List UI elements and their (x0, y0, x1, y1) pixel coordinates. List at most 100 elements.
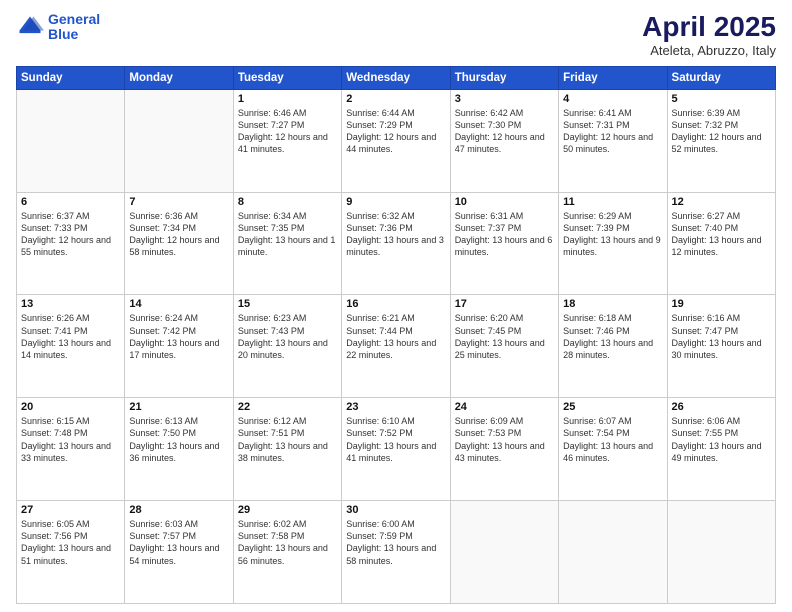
calendar-cell (450, 501, 558, 604)
day-number: 29 (238, 504, 337, 516)
month-title: April 2025 (642, 12, 776, 43)
calendar-cell: 5 Sunrise: 6:39 AMSunset: 7:32 PMDaylight… (667, 89, 775, 192)
day-number: 27 (21, 504, 120, 516)
calendar-cell (559, 501, 667, 604)
calendar-cell: 18 Sunrise: 6:18 AMSunset: 7:46 PMDayligh… (559, 295, 667, 398)
calendar-cell: 1 Sunrise: 6:46 AMSunset: 7:27 PMDaylight… (233, 89, 341, 192)
cell-info: Sunrise: 6:27 AMSunset: 7:40 PMDaylight:… (672, 210, 771, 259)
day-number: 7 (129, 196, 228, 208)
calendar-cell: 25 Sunrise: 6:07 AMSunset: 7:54 PMDayligh… (559, 398, 667, 501)
calendar-cell: 3 Sunrise: 6:42 AMSunset: 7:30 PMDaylight… (450, 89, 558, 192)
day-number: 16 (346, 298, 445, 310)
calendar-cell: 19 Sunrise: 6:16 AMSunset: 7:47 PMDayligh… (667, 295, 775, 398)
day-header-sunday: Sunday (17, 66, 125, 89)
cell-info: Sunrise: 6:16 AMSunset: 7:47 PMDaylight:… (672, 312, 771, 361)
calendar-cell: 4 Sunrise: 6:41 AMSunset: 7:31 PMDaylight… (559, 89, 667, 192)
cell-info: Sunrise: 6:21 AMSunset: 7:44 PMDaylight:… (346, 312, 445, 361)
calendar-cell (667, 501, 775, 604)
cell-info: Sunrise: 6:12 AMSunset: 7:51 PMDaylight:… (238, 415, 337, 464)
day-number: 10 (455, 196, 554, 208)
calendar-header-row: SundayMondayTuesdayWednesdayThursdayFrid… (17, 66, 776, 89)
calendar-week-5: 27 Sunrise: 6:05 AMSunset: 7:56 PMDayligh… (17, 501, 776, 604)
day-header-tuesday: Tuesday (233, 66, 341, 89)
cell-info: Sunrise: 6:05 AMSunset: 7:56 PMDaylight:… (21, 518, 120, 567)
cell-info: Sunrise: 6:37 AMSunset: 7:33 PMDaylight:… (21, 210, 120, 259)
day-number: 13 (21, 298, 120, 310)
calendar-cell (17, 89, 125, 192)
cell-info: Sunrise: 6:26 AMSunset: 7:41 PMDaylight:… (21, 312, 120, 361)
day-number: 19 (672, 298, 771, 310)
cell-info: Sunrise: 6:20 AMSunset: 7:45 PMDaylight:… (455, 312, 554, 361)
day-number: 24 (455, 401, 554, 413)
day-number: 22 (238, 401, 337, 413)
calendar-cell: 10 Sunrise: 6:31 AMSunset: 7:37 PMDayligh… (450, 192, 558, 295)
day-header-saturday: Saturday (667, 66, 775, 89)
day-number: 4 (563, 93, 662, 105)
cell-info: Sunrise: 6:29 AMSunset: 7:39 PMDaylight:… (563, 210, 662, 259)
header: General Blue April 2025 Ateleta, Abruzzo… (16, 12, 776, 58)
day-number: 26 (672, 401, 771, 413)
calendar-cell: 29Sunrise: 6:02 AMSunset: 7:58 PMDayligh… (233, 501, 341, 604)
calendar-cell: 24 Sunrise: 6:09 AMSunset: 7:53 PMDayligh… (450, 398, 558, 501)
day-header-monday: Monday (125, 66, 233, 89)
day-number: 2 (346, 93, 445, 105)
calendar-cell: 28Sunrise: 6:03 AMSunset: 7:57 PMDayligh… (125, 501, 233, 604)
day-header-wednesday: Wednesday (342, 66, 450, 89)
cell-info: Sunrise: 6:24 AMSunset: 7:42 PMDaylight:… (129, 312, 228, 361)
day-number: 18 (563, 298, 662, 310)
day-number: 3 (455, 93, 554, 105)
day-number: 23 (346, 401, 445, 413)
cell-info: Sunrise: 6:31 AMSunset: 7:37 PMDaylight:… (455, 210, 554, 259)
calendar-cell: 12 Sunrise: 6:27 AMSunset: 7:40 PMDayligh… (667, 192, 775, 295)
calendar-cell: 6Sunrise: 6:37 AMSunset: 7:33 PMDaylight… (17, 192, 125, 295)
logo-line2: Blue (48, 26, 78, 42)
day-number: 5 (672, 93, 771, 105)
day-number: 15 (238, 298, 337, 310)
calendar-cell: 8 Sunrise: 6:34 AMSunset: 7:35 PMDaylight… (233, 192, 341, 295)
calendar-cell: 26 Sunrise: 6:06 AMSunset: 7:55 PMDayligh… (667, 398, 775, 501)
cell-info: Sunrise: 6:03 AMSunset: 7:57 PMDaylight:… (129, 518, 228, 567)
day-number: 25 (563, 401, 662, 413)
calendar-cell: 7Sunrise: 6:36 AMSunset: 7:34 PMDaylight… (125, 192, 233, 295)
calendar-cell: 17 Sunrise: 6:20 AMSunset: 7:45 PMDayligh… (450, 295, 558, 398)
day-number: 30 (346, 504, 445, 516)
cell-info: Sunrise: 6:18 AMSunset: 7:46 PMDaylight:… (563, 312, 662, 361)
day-header-thursday: Thursday (450, 66, 558, 89)
cell-info: Sunrise: 6:39 AMSunset: 7:32 PMDaylight:… (672, 107, 771, 156)
calendar-cell: 30 Sunrise: 6:00 AMSunset: 7:59 PMDayligh… (342, 501, 450, 604)
cell-info: Sunrise: 6:09 AMSunset: 7:53 PMDaylight:… (455, 415, 554, 464)
cell-info: Sunrise: 6:06 AMSunset: 7:55 PMDaylight:… (672, 415, 771, 464)
calendar-week-2: 6Sunrise: 6:37 AMSunset: 7:33 PMDaylight… (17, 192, 776, 295)
calendar-week-4: 20 Sunrise: 6:15 AMSunset: 7:48 PMDayligh… (17, 398, 776, 501)
day-number: 21 (129, 401, 228, 413)
calendar-cell: 11Sunrise: 6:29 AMSunset: 7:39 PMDayligh… (559, 192, 667, 295)
calendar-cell: 23Sunrise: 6:10 AMSunset: 7:52 PMDayligh… (342, 398, 450, 501)
cell-info: Sunrise: 6:15 AMSunset: 7:48 PMDaylight:… (21, 415, 120, 464)
cell-info: Sunrise: 6:46 AMSunset: 7:27 PMDaylight:… (238, 107, 337, 156)
day-number: 12 (672, 196, 771, 208)
calendar-cell: 14Sunrise: 6:24 AMSunset: 7:42 PMDayligh… (125, 295, 233, 398)
cell-info: Sunrise: 6:00 AMSunset: 7:59 PMDaylight:… (346, 518, 445, 567)
cell-info: Sunrise: 6:34 AMSunset: 7:35 PMDaylight:… (238, 210, 337, 259)
cell-info: Sunrise: 6:07 AMSunset: 7:54 PMDaylight:… (563, 415, 662, 464)
calendar-cell: 13 Sunrise: 6:26 AMSunset: 7:41 PMDayligh… (17, 295, 125, 398)
day-number: 8 (238, 196, 337, 208)
calendar-week-1: 1 Sunrise: 6:46 AMSunset: 7:27 PMDaylight… (17, 89, 776, 192)
page: General Blue April 2025 Ateleta, Abruzzo… (0, 0, 792, 612)
logo-text: General Blue (48, 12, 100, 43)
day-number: 1 (238, 93, 337, 105)
cell-info: Sunrise: 6:41 AMSunset: 7:31 PMDaylight:… (563, 107, 662, 156)
day-number: 9 (346, 196, 445, 208)
calendar-cell (125, 89, 233, 192)
cell-info: Sunrise: 6:42 AMSunset: 7:30 PMDaylight:… (455, 107, 554, 156)
calendar-week-3: 13 Sunrise: 6:26 AMSunset: 7:41 PMDayligh… (17, 295, 776, 398)
logo: General Blue (16, 12, 100, 43)
day-number: 20 (21, 401, 120, 413)
calendar-cell: 9Sunrise: 6:32 AMSunset: 7:36 PMDaylight… (342, 192, 450, 295)
cell-info: Sunrise: 6:44 AMSunset: 7:29 PMDaylight:… (346, 107, 445, 156)
location-subtitle: Ateleta, Abruzzo, Italy (642, 43, 776, 58)
calendar-table: SundayMondayTuesdayWednesdayThursdayFrid… (16, 66, 776, 604)
cell-info: Sunrise: 6:13 AMSunset: 7:50 PMDaylight:… (129, 415, 228, 464)
day-number: 17 (455, 298, 554, 310)
calendar-cell: 27 Sunrise: 6:05 AMSunset: 7:56 PMDayligh… (17, 501, 125, 604)
